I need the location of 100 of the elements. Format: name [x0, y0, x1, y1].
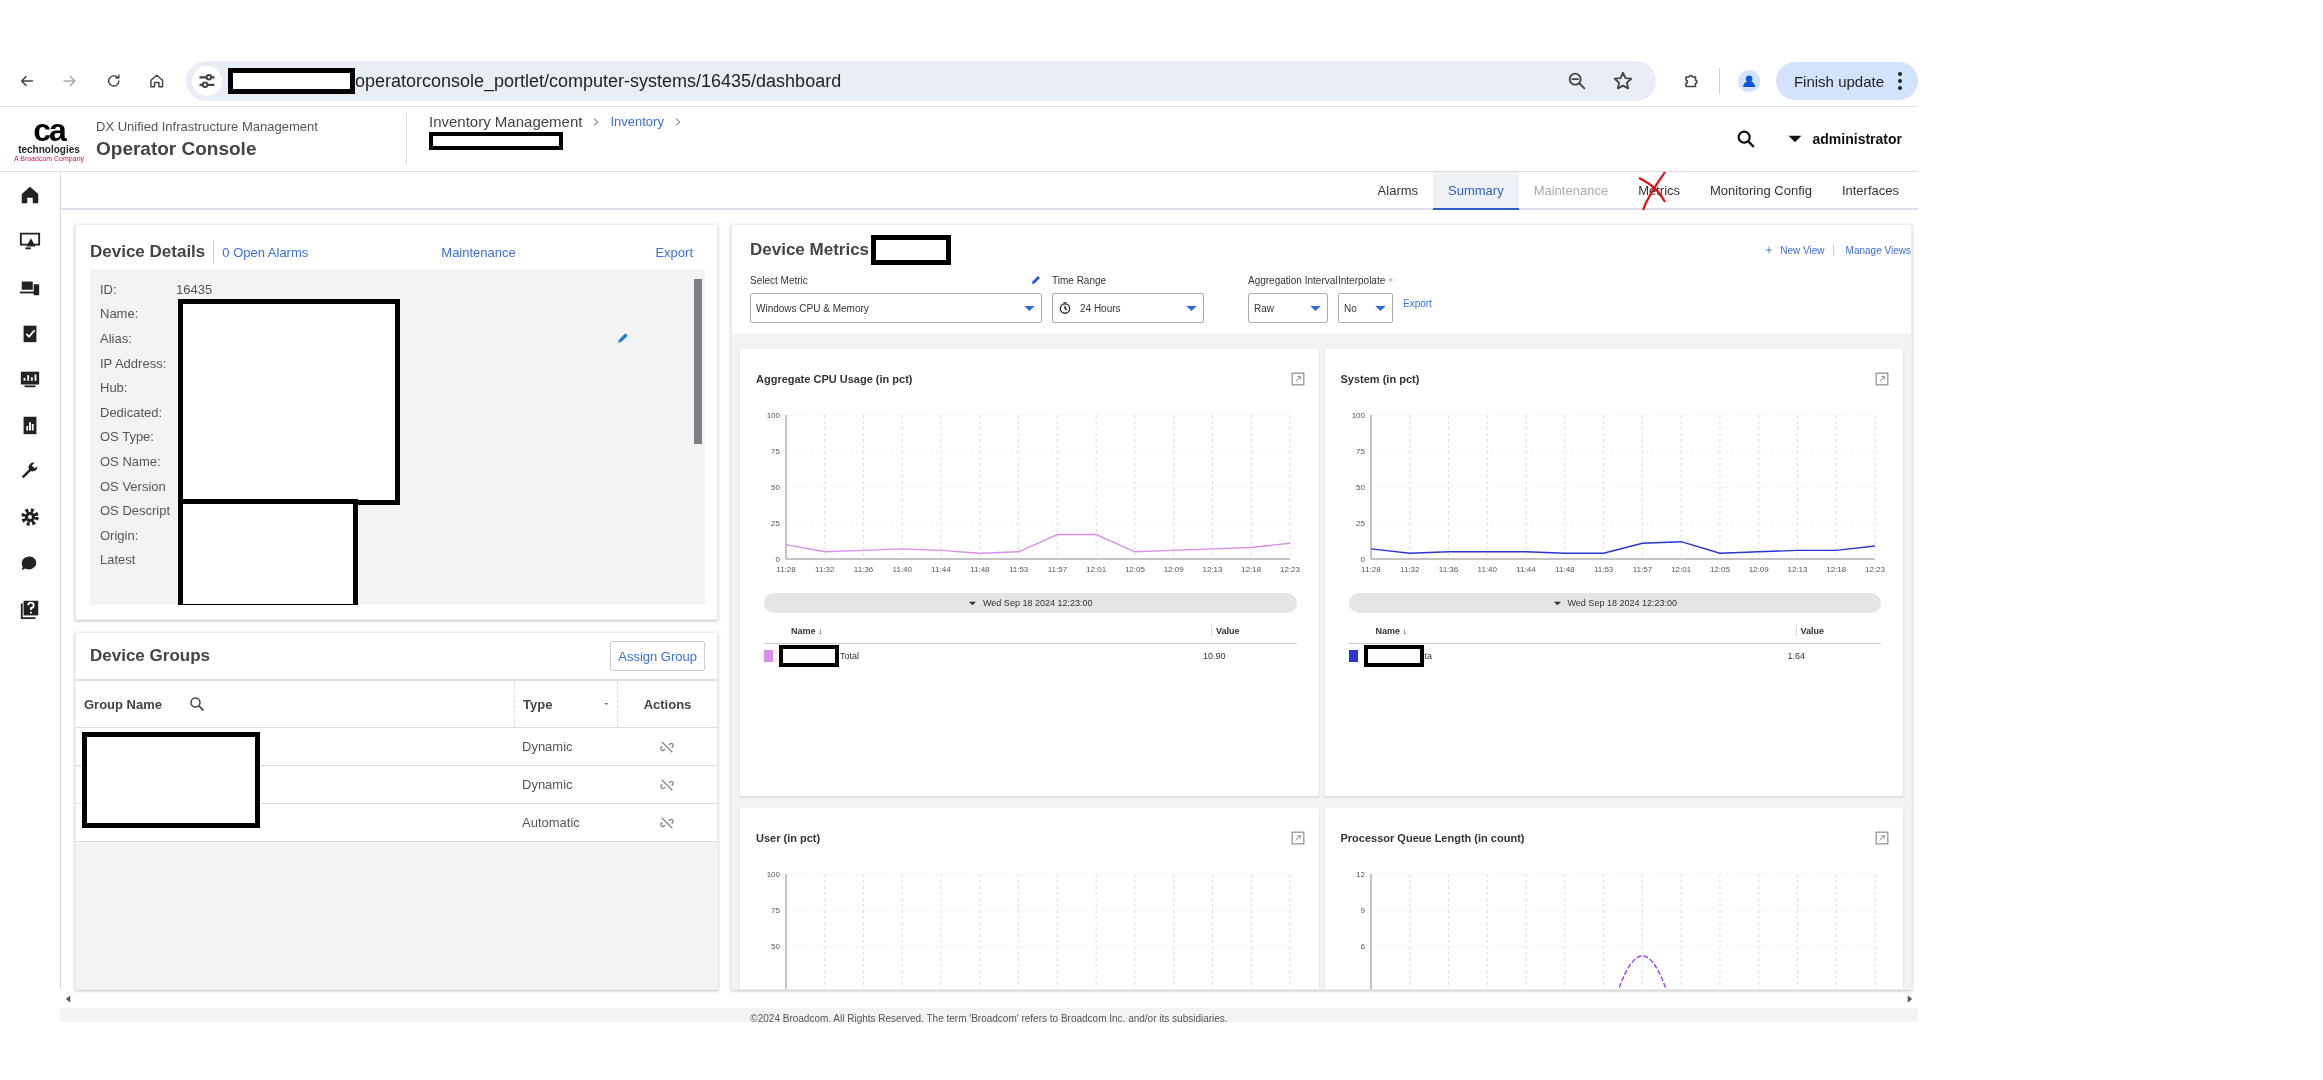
axis-tick-label: 12:09 [1748, 565, 1769, 574]
axis-tick-label: 11:53 [1008, 565, 1029, 574]
column-header: Group Name [84, 696, 162, 712]
axis-tick-label: 11:40 [892, 565, 913, 574]
address-bar[interactable]: operatorconsole_portlet/computer-systems/16435/dashboard [185, 61, 1656, 101]
expand-icon[interactable] [1290, 372, 1305, 386]
user-name[interactable]: administrator [1812, 131, 1902, 147]
scroll-left-icon[interactable] [64, 994, 72, 1004]
export-link[interactable]: Export [1403, 298, 1432, 309]
table-cell: Dynamic [522, 739, 573, 754]
field-value: 16435 [176, 281, 213, 297]
axis-label: 9 [1360, 906, 1365, 915]
axis-tick-label: 11:28 [776, 565, 796, 574]
field-label: IP Address: [100, 355, 168, 371]
legend-value: 1.64 [1786, 651, 1806, 661]
axis-tick-label: 11:48 [1554, 565, 1575, 574]
open-alarms-link[interactable]: 0 Open Alarms [222, 244, 309, 260]
pencil-icon[interactable] [1030, 274, 1042, 286]
axis-tick-label: 12:05 [1709, 565, 1730, 574]
column-header: Actions [643, 696, 692, 712]
legend-name: ta [1424, 651, 1432, 661]
new-view-link[interactable]: New View [1780, 244, 1825, 256]
help-icon[interactable] [19, 598, 41, 620]
legend-value: 10.90 [1202, 651, 1226, 661]
axis-tick-label: 50 [1355, 483, 1365, 492]
field-label: Origin: [100, 527, 140, 543]
dropdown[interactable]: 24 Hours [1052, 293, 1204, 323]
axis-tick-label: 11:32 [815, 565, 835, 574]
logo-word: technologies [18, 144, 80, 155]
finish-update-button[interactable]: Finish update [1775, 62, 1918, 100]
profile-icon[interactable] [1737, 67, 1760, 95]
field-label: Name: [100, 306, 140, 322]
breadcrumb-item: Inventory Management [429, 113, 583, 130]
scroll-right-icon[interactable] [1906, 994, 1914, 1004]
axis-tick-label: 11:57 [1047, 565, 1068, 574]
assign-group-button[interactable]: Assign Group [610, 641, 705, 671]
manage-views-link[interactable]: Manage Views [1845, 244, 1911, 256]
star-icon[interactable] [1611, 70, 1634, 92]
chart-title: System (in pct) [1340, 373, 1420, 385]
dropdown[interactable]: Windows CPU & Memory [750, 293, 1042, 323]
field-label: OS Descript [100, 503, 172, 519]
axis-tick-label: 12:18 [1825, 565, 1846, 574]
chart-title: User (in pct) [756, 832, 821, 844]
monitor-alert-icon[interactable] [19, 230, 41, 252]
field-label: Hub: [100, 380, 129, 396]
axis-label: 75 [771, 906, 780, 915]
card-title: Device Metrics [750, 240, 870, 260]
axis-tick-label: 11:36 [1438, 565, 1458, 574]
expand-icon[interactable] [1875, 831, 1889, 845]
column-header: Value [1211, 626, 1240, 636]
table-cell: Automatic [522, 815, 580, 830]
table-cell: Dynamic [522, 777, 573, 792]
card-title: Device Details [90, 242, 206, 262]
axis-label: 100 [766, 870, 780, 879]
axis-tick-label: 100 [1351, 411, 1365, 420]
axis-tick-label: 11:40 [1477, 565, 1497, 574]
axis-tick-label: 12:05 [1124, 565, 1145, 574]
timestamp-bar[interactable]: Wed Sep 18 2024 12:23:00 [1348, 593, 1881, 613]
axis-tick-label: 12:13 [1786, 565, 1807, 574]
export-link[interactable]: Export [655, 244, 693, 260]
expand-icon[interactable] [1290, 831, 1305, 845]
settings-icon[interactable] [19, 506, 41, 528]
field-label: Dedicated: [100, 404, 164, 420]
more-icon [1896, 70, 1904, 92]
axis-tick-label: 11:48 [970, 565, 990, 574]
breadcrumb-item[interactable]: Inventory [610, 114, 664, 129]
field-label: Alias: [100, 331, 133, 346]
expand-icon[interactable] [1875, 372, 1889, 386]
tab[interactable]: Monitoring Config [1695, 172, 1827, 208]
axis-tick-label: 12:13 [1202, 565, 1223, 574]
tab[interactable]: Alarms [1362, 172, 1434, 208]
axis-tick-label: 11:57 [1632, 565, 1652, 574]
plus-icon[interactable] [1764, 245, 1775, 255]
axis-tick-label: 11:32 [1399, 565, 1419, 574]
tune-icon[interactable] [191, 66, 222, 96]
axis-tick-label: 12:01 [1670, 565, 1691, 574]
legend-name: Total [840, 651, 859, 661]
tab[interactable]: Interfaces [1826, 172, 1914, 208]
chart-title: Processor Queue Length (in count) [1340, 832, 1525, 844]
home-icon[interactable] [19, 184, 41, 206]
axis-tick-label: 12:23 [1280, 565, 1300, 574]
search-icon[interactable] [188, 695, 206, 713]
timestamp-bar[interactable]: Wed Sep 18 2024 12:23:00 [764, 593, 1297, 613]
field-label: OS Version [100, 478, 167, 494]
column-header: Name ↓ [1375, 626, 1408, 636]
control-label: Interpolate [1338, 274, 1386, 286]
field-label: OS Type: [100, 429, 155, 445]
axis-tick-label: 12:09 [1163, 565, 1184, 574]
logo-mark: ca [33, 116, 65, 144]
tab[interactable]: Summary [1433, 172, 1519, 210]
pencil-icon[interactable] [616, 331, 630, 346]
maintenance-link[interactable]: Maintenance [441, 244, 516, 260]
axis-tick-label: 11:28 [1360, 565, 1381, 574]
axis-tick-label: 11:36 [853, 565, 874, 574]
dropdown[interactable]: No [1338, 293, 1393, 323]
scrollbar-thumb[interactable] [694, 279, 702, 444]
dropdown[interactable]: Raw [1248, 293, 1328, 323]
axis-tick-label: 0 [1360, 555, 1365, 564]
axis-label: 12 [1355, 870, 1365, 879]
axis-tick-label: 100 [766, 411, 780, 420]
